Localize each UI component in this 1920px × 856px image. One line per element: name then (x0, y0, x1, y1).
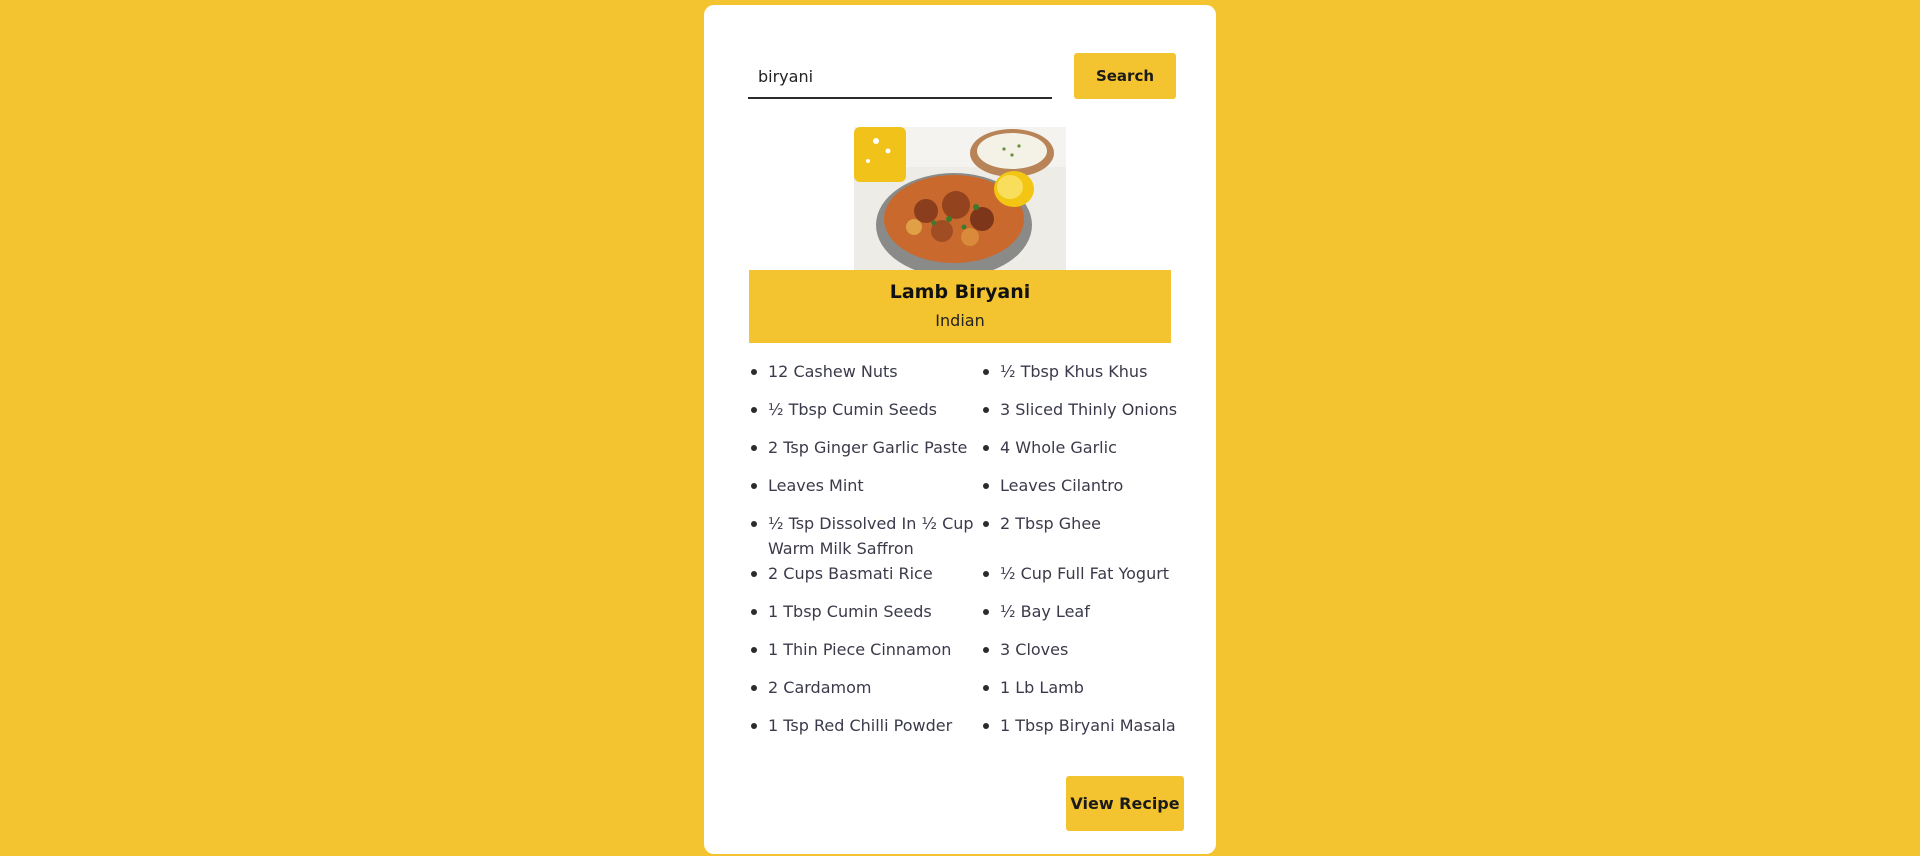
ingredient-item: 1 Lb Lamb (981, 675, 1179, 713)
ingredient-item: 1 Tbsp Cumin Seeds (749, 599, 981, 637)
ingredient-item: ½ Bay Leaf (981, 599, 1179, 637)
ingredient-item: ½ Tbsp Cumin Seeds (749, 397, 981, 435)
ingredient-item: ½ Tbsp Khus Khus (981, 359, 1179, 397)
ingredient-item: 3 Sliced Thinly Onions (981, 397, 1179, 435)
ingredient-item: ½ Tsp Dissolved In ½ Cup Warm Milk Saffr… (749, 511, 981, 561)
ingredient-item: 2 Tsp Ginger Garlic Paste (749, 435, 981, 473)
recipe-card: Search (704, 5, 1216, 854)
ingredient-item: 2 Cardamom (749, 675, 981, 713)
ingredient-item: Leaves Cilantro (981, 473, 1179, 511)
search-button[interactable]: Search (1074, 53, 1176, 99)
ingredient-list: 12 Cashew Nuts ½ Tbsp Khus Khus ½ Tbsp Cum… (749, 359, 1179, 751)
meal-title: Lamb Biryani (889, 281, 1031, 303)
ingredient-item: 2 Tbsp Ghee (981, 511, 1179, 561)
ingredient-item: 1 Tsp Red Chilli Powder (749, 713, 981, 751)
ingredient-item: ½ Cup Full Fat Yogurt (981, 561, 1179, 599)
ingredient-item: 2 Cups Basmati Rice (749, 561, 981, 599)
ingredient-item: Leaves Mint (749, 473, 981, 511)
ingredient-item: 12 Cashew Nuts (749, 359, 981, 397)
ingredient-item: 4 Whole Garlic (981, 435, 1179, 473)
meal-info-banner: Lamb Biryani Indian (749, 270, 1171, 343)
search-bar: Search (748, 53, 1176, 105)
biryani-photo-illustration (854, 127, 1066, 270)
meal-image (854, 127, 1066, 270)
ingredient-item: 1 Thin Piece Cinnamon (749, 637, 981, 675)
ingredient-item: 3 Cloves (981, 637, 1179, 675)
meal-area: Indian (935, 311, 985, 330)
search-input[interactable] (748, 55, 1052, 99)
view-recipe-button[interactable]: View Recipe (1066, 776, 1184, 831)
ingredient-item: 1 Tbsp Biryani Masala (981, 713, 1179, 751)
